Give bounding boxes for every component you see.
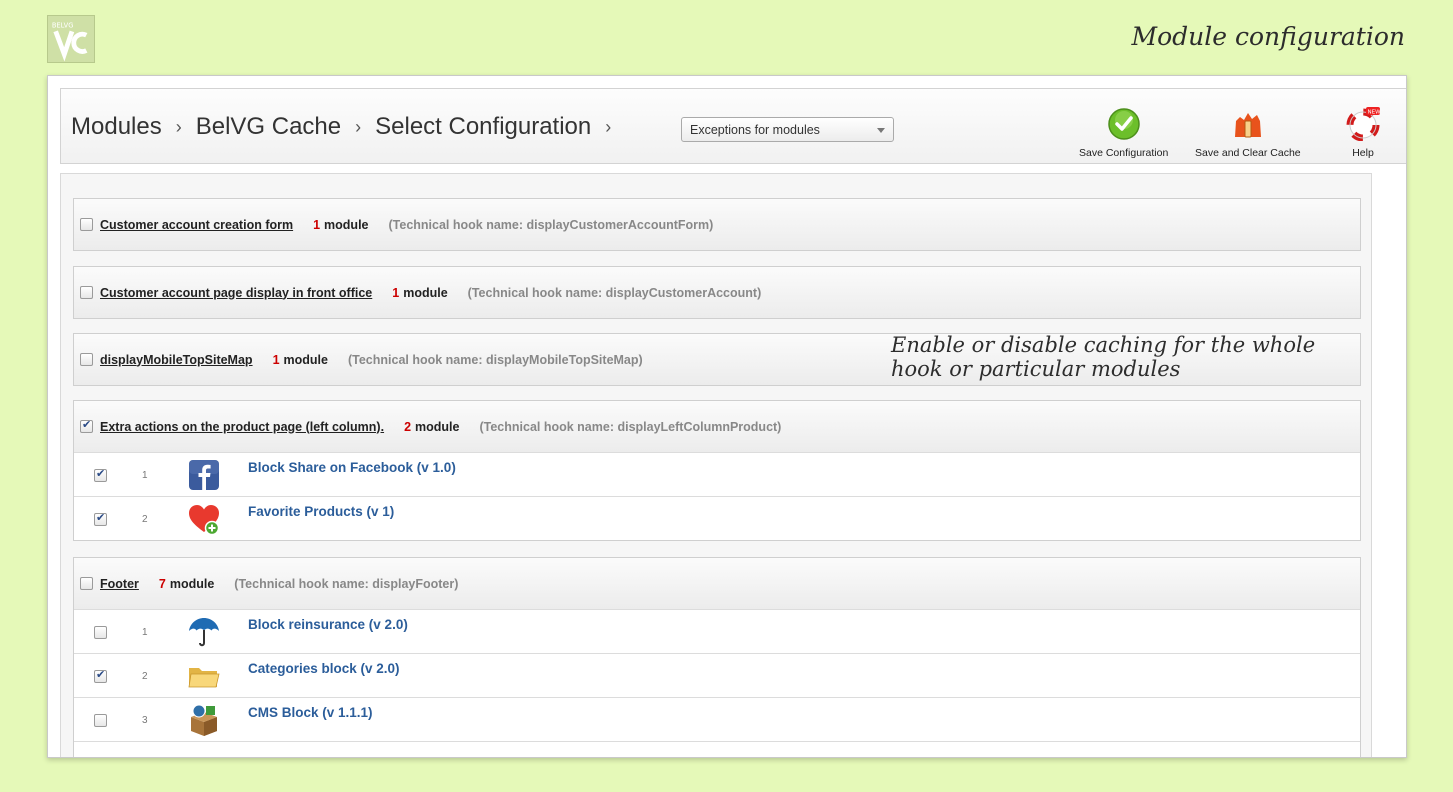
hook-header: Footer 7 module (Technical hook name: dis… (74, 558, 1360, 609)
annotation-note: Enable or disable caching for the whole … (891, 333, 1371, 381)
module-position: 2 (142, 671, 148, 682)
module-checkbox[interactable] (94, 467, 107, 482)
hook-module-count: 1 module (313, 218, 368, 232)
breadcrumb-item-modules[interactable]: Modules (71, 113, 162, 141)
hook-module-count: 2 module (404, 420, 459, 434)
config-panel: Modules › BelVG Cache › Select Configura… (47, 75, 1407, 758)
chevron-down-icon (877, 128, 885, 133)
module-count-number: 1 (272, 352, 280, 367)
module-name[interactable]: Categories block (v 2.0) (248, 661, 400, 676)
hooks-list: Customer account creation form 1 module (… (60, 173, 1372, 757)
save-and-clear-cache-button[interactable]: Save and Clear Cache (1195, 107, 1301, 159)
hook-checkbox[interactable] (80, 577, 93, 590)
module-position: 3 (142, 715, 148, 726)
folder-icon (187, 659, 221, 693)
hook-checkbox[interactable] (80, 353, 93, 366)
module-count-label: module (403, 285, 448, 300)
hook-header: Customer account page display in front o… (74, 267, 1360, 318)
svg-text:NEW: NEW (1368, 110, 1381, 116)
module-checkbox[interactable] (94, 668, 107, 683)
module-checkbox[interactable] (94, 626, 107, 639)
module-count-number: 2 (404, 419, 412, 434)
module-checkbox[interactable] (94, 714, 107, 727)
module-name[interactable]: CMS Block (v 1.1.1) (248, 705, 373, 720)
module-row: 1 Block Share on Facebook (v 1.0) (74, 452, 1360, 496)
hook-panel: Footer 7 module (Technical hook name: dis… (73, 557, 1361, 757)
lifebuoy-icon: NEW (1346, 107, 1381, 142)
hook-panel: Customer account page display in front o… (73, 266, 1361, 319)
annotation-line: hook or particular modules (891, 357, 1181, 381)
check-circle-icon (1107, 107, 1141, 141)
module-count-label: module (169, 576, 215, 591)
hook-technical-name: (Technical hook name: displayLeftColumnP… (479, 419, 782, 434)
module-row: 1 Block reinsurance (v 2.0) (74, 609, 1360, 653)
breadcrumb-item-select-configuration: Select Configuration (375, 113, 592, 140)
belvg-logo-icon: BELVG (47, 15, 95, 63)
hook-technical-name: (Technical hook name: displayMobileTopSi… (347, 352, 643, 367)
module-position: 1 (142, 470, 148, 481)
hook-technical-name: (Technical hook name: displayCustomerAcc… (388, 217, 714, 232)
facebook-icon (187, 458, 221, 492)
heart-icon (187, 502, 221, 536)
hook-module-count: 1 module (273, 353, 328, 367)
hook-header: Extra actions on the product page (left … (74, 401, 1360, 452)
hook-checkbox[interactable] (80, 218, 93, 231)
hook-header: Customer account creation form 1 module (… (74, 199, 1360, 250)
hook-title[interactable]: Extra actions on the product page (left … (100, 420, 384, 434)
breadcrumb-separator: › (605, 116, 612, 137)
module-count-label: module (324, 217, 369, 232)
hook-checkbox[interactable] (80, 286, 93, 299)
module-name[interactable]: Block reinsurance (v 2.0) (248, 617, 408, 632)
hook-title[interactable]: Customer account page display in front o… (100, 286, 372, 300)
clear-cache-icon (1231, 107, 1265, 141)
module-name[interactable]: Favorite Products (v 1) (248, 504, 394, 519)
configuration-select-value: Exceptions for modules (690, 123, 820, 137)
breadcrumb-separator: › (355, 116, 362, 137)
breadcrumb: Modules › BelVG Cache › Select Configura… (71, 113, 625, 141)
save-configuration-button[interactable]: Save Configuration (1079, 107, 1168, 159)
hook-title[interactable]: Customer account creation form (100, 218, 293, 232)
cms-box-icon (187, 703, 221, 737)
module-position: 1 (142, 627, 148, 638)
svg-text:BELVG: BELVG (52, 22, 74, 30)
module-checkbox[interactable] (94, 511, 107, 526)
save-configuration-label: Save Configuration (1079, 147, 1169, 159)
hook-title[interactable]: displayMobileTopSiteMap (100, 353, 253, 367)
module-count-label: module (283, 352, 328, 367)
hook-technical-name: (Technical hook name: displayFooter) (234, 576, 459, 591)
umbrella-icon (187, 615, 221, 649)
module-count-number: 7 (158, 576, 166, 591)
toolbar: Modules › BelVG Cache › Select Configura… (60, 88, 1406, 164)
hook-module-count: 7 module (159, 577, 214, 591)
hook-panel: Customer account creation form 1 module (… (73, 198, 1361, 251)
module-name[interactable]: Block Share on Facebook (v 1.0) (248, 460, 456, 475)
breadcrumb-item-belvg-cache[interactable]: BelVG Cache (196, 113, 341, 141)
configuration-select[interactable]: Exceptions for modules (681, 117, 894, 142)
module-count-number: 1 (313, 217, 321, 232)
module-row: 2 Favorite Products (v 1) (74, 496, 1360, 540)
module-row: 2 Categories block (v 2.0) (74, 653, 1360, 697)
help-label: Help (1352, 147, 1374, 159)
module-position: 2 (142, 514, 148, 525)
hook-module-count: 1 module (392, 286, 447, 300)
save-and-clear-cache-label: Save and Clear Cache (1195, 147, 1301, 159)
hook-checkbox[interactable] (80, 418, 93, 433)
caption-title: Module configuration (1131, 22, 1405, 51)
module-count-number: 1 (392, 285, 400, 300)
module-count-label: module (415, 419, 460, 434)
module-row-partial (74, 741, 1360, 757)
hook-title[interactable]: Footer (100, 577, 139, 591)
module-row: 3 CMS Block (v 1.1.1) (74, 697, 1360, 741)
hook-technical-name: (Technical hook name: displayCustomerAcc… (467, 285, 762, 300)
annotation-line: Enable or disable caching for the whole (891, 333, 1316, 357)
breadcrumb-separator: › (175, 116, 182, 137)
help-button[interactable]: NEW Help (1346, 107, 1381, 159)
hook-panel: Extra actions on the product page (left … (73, 400, 1361, 541)
